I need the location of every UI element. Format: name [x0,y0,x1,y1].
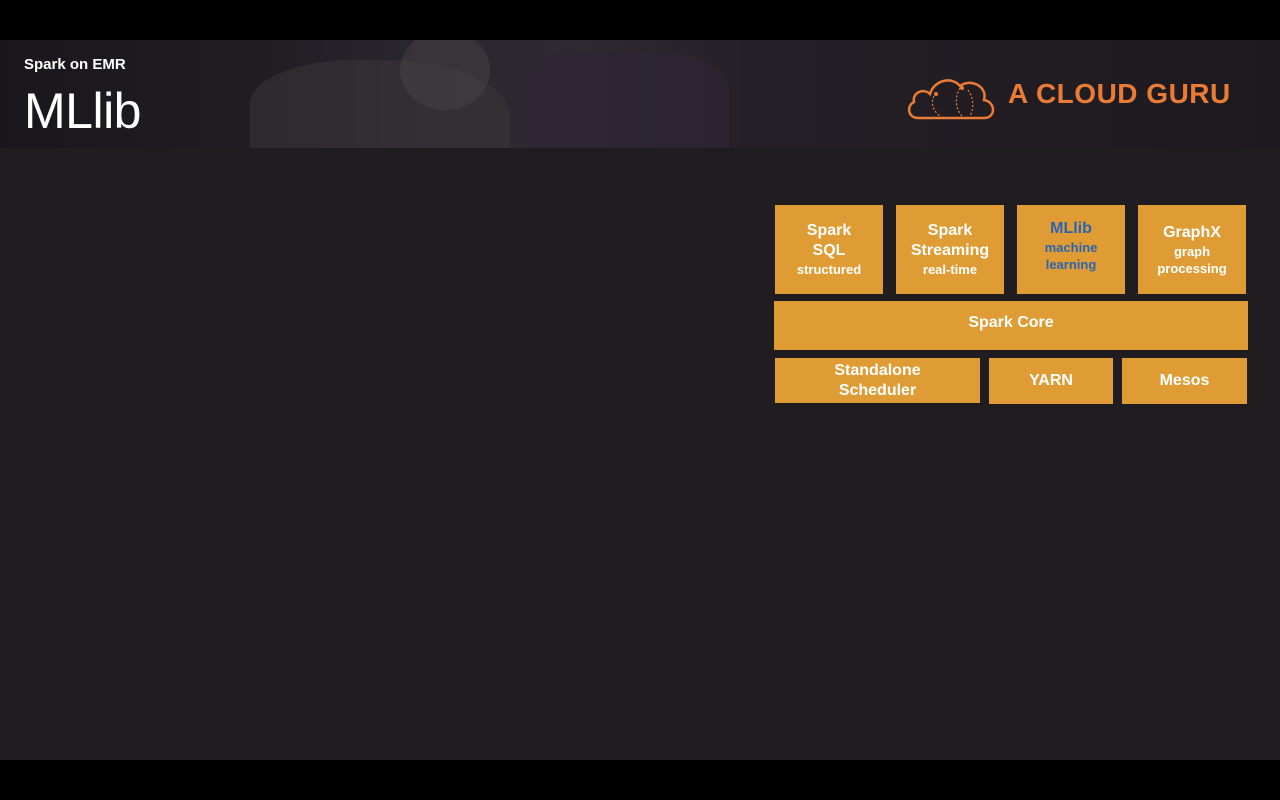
brand-logo: A CLOUD GURU [904,66,1244,122]
block-mllib-label: MLlib [1050,220,1092,237]
block-graphx-label: GraphX [1163,223,1221,241]
block-spark-streaming: Spark Streaming real-time [896,205,1004,294]
block-spark-core-label: Spark Core [968,314,1054,331]
header-band: Spark on EMR MLlib A CLOUD GURU [0,40,1280,148]
slide-title: MLlib [24,83,141,139]
block-spark-streaming-label: Streaming [910,242,990,259]
slide-subtitle: Spark on EMR [24,56,126,73]
block-yarn-label: YARN [1029,372,1073,389]
block-mllib-caption: learning [1045,257,1097,272]
cloud-icon [907,79,995,120]
block-yarn: YARN [989,358,1113,404]
block-standalone-scheduler: Standalone Scheduler [775,358,980,403]
letterbox-top [0,0,1280,40]
letterbox-bottom [0,760,1280,800]
background-photo-detail [530,50,730,148]
block-spark-streaming-label: Spark [927,222,973,239]
block-standalone-scheduler-label: Scheduler [838,381,917,399]
block-spark-sql-label: SQL [812,242,846,259]
block-mesos-label: Mesos [1159,372,1210,389]
block-spark-sql-label: Spark [806,222,852,239]
block-graphx-caption: processing [1157,260,1227,276]
slide: Spark on EMR MLlib A CLOUD GURU Spark SQ… [0,40,1280,760]
block-mllib: MLlib machine learning [1017,205,1125,294]
block-standalone-scheduler-label: Standalone [834,361,921,379]
block-spark-streaming-caption: real-time [922,262,978,277]
block-graphx: GraphX graph processing [1138,205,1246,294]
block-graphx-caption: graph [1173,243,1211,259]
block-mllib-caption: machine [1044,240,1098,255]
block-spark-sql-caption: structured [796,262,862,277]
block-spark-core: Spark Core [774,301,1248,350]
brand-name: A CLOUD GURU [1008,78,1231,109]
block-spark-sql: Spark SQL structured [775,205,883,294]
block-mesos: Mesos [1122,358,1247,404]
